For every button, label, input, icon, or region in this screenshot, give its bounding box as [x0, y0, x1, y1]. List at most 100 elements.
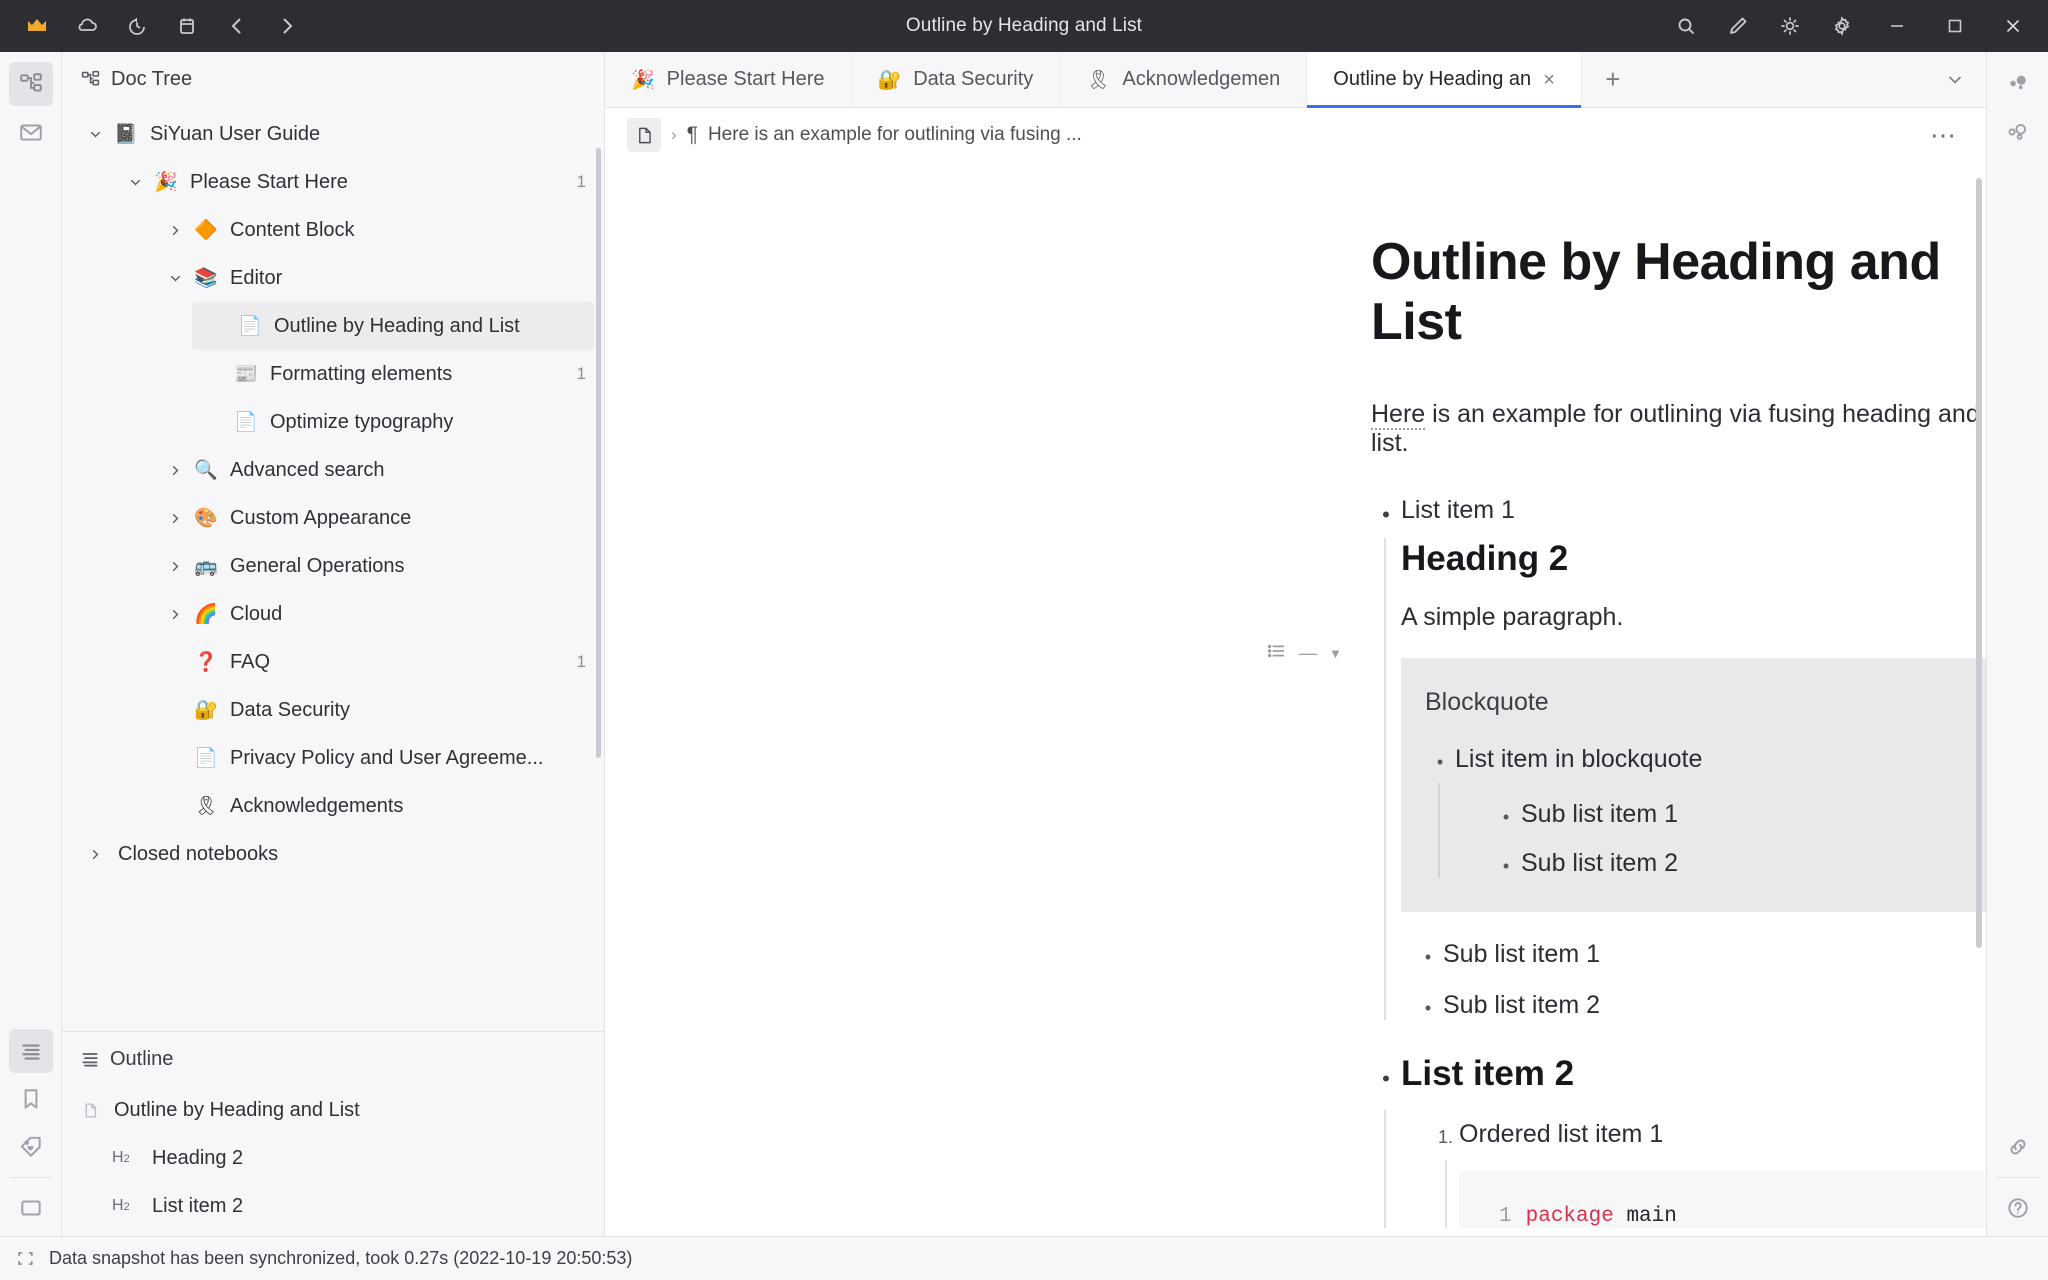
tree-item-emoji: 🔶	[190, 221, 222, 240]
collapse-icon[interactable]: ▼	[1329, 646, 1342, 661]
tree-item[interactable]: 📚Editor	[62, 254, 604, 302]
outline-header: Outline	[62, 1032, 604, 1086]
outline-item[interactable]: H2List item 2	[62, 1182, 604, 1230]
tag-icon[interactable]	[9, 1125, 53, 1169]
forward-icon[interactable]	[264, 6, 310, 46]
tree-item-label: Optimize typography	[270, 411, 453, 434]
code-block[interactable]: 1package main	[1459, 1171, 1986, 1228]
chevron-right-icon[interactable]	[160, 511, 190, 526]
chevron-right-icon[interactable]	[160, 463, 190, 478]
edit-icon[interactable]	[1712, 6, 1764, 46]
theme-icon[interactable]	[1764, 6, 1816, 46]
tree-item-label: Outline by Heading and List	[274, 315, 520, 338]
tree-item[interactable]: 🔍Advanced search	[62, 446, 604, 494]
tree-item[interactable]: ❓FAQ1	[62, 638, 604, 686]
left-dock-panel: Doc Tree 📓SiYuan User Guide🎉Please Start…	[62, 52, 605, 1236]
cloud-icon[interactable]	[64, 6, 110, 46]
document-scrollbar[interactable]	[1976, 178, 1982, 948]
chevron-right-icon[interactable]	[80, 847, 110, 862]
tree-item-emoji: 🎗	[190, 797, 222, 816]
outline-item[interactable]: H2Heading 2	[62, 1134, 604, 1182]
simple-paragraph: A simple paragraph.	[1401, 603, 1986, 632]
tab-bar: 🎉Please Start Here🔐Data Security🎗Acknowl…	[605, 52, 1986, 108]
help-icon[interactable]	[1996, 1186, 2040, 1230]
tree-item[interactable]: 📄Optimize typography	[62, 398, 604, 446]
list-bullet: •	[1371, 496, 1401, 526]
tree-item[interactable]: 🎨Custom Appearance	[62, 494, 604, 542]
back-icon[interactable]	[214, 6, 260, 46]
list-bullet: •	[1413, 940, 1443, 966]
doc-tree-icon[interactable]	[9, 62, 53, 106]
maximize-icon[interactable]	[1926, 6, 1984, 46]
tree-item[interactable]: 📓SiYuan User Guide	[62, 110, 604, 158]
outline-icon[interactable]	[9, 1029, 53, 1073]
history-icon[interactable]	[114, 6, 160, 46]
graph-icon[interactable]	[1996, 110, 2040, 154]
tree-item[interactable]: 📄Outline by Heading and List	[192, 302, 594, 350]
drag-handle-icon[interactable]: —	[1299, 643, 1317, 664]
ordered-list-item: 1. Ordered list item 1 1package main	[1415, 1120, 1986, 1228]
chevron-down-icon[interactable]	[160, 271, 190, 286]
tab-please-start-here[interactable]: 🎉Please Start Here	[605, 52, 852, 107]
tree-item-label: FAQ	[230, 651, 270, 674]
tab-data-security[interactable]: 🔐Data Security	[852, 52, 1061, 107]
chevron-right-icon[interactable]	[160, 607, 190, 622]
tree-item[interactable]: 🎉Please Start Here1	[62, 158, 604, 206]
backlinks-icon[interactable]	[1996, 62, 2040, 106]
tree-item-label: Privacy Policy and User Agreeme...	[230, 747, 543, 770]
list-bullet: •	[1491, 849, 1521, 875]
snapshot-icon[interactable]	[16, 1249, 35, 1268]
list-item-2-heading: List item 2	[1401, 1054, 1986, 1094]
list-icon[interactable]	[1265, 640, 1287, 667]
tree-item[interactable]: Closed notebooks	[62, 830, 604, 878]
tree-item[interactable]: 🎗Acknowledgements	[62, 782, 604, 830]
tree-item[interactable]: 🔶Content Block	[62, 206, 604, 254]
tab-close-icon[interactable]: ×	[1543, 70, 1555, 90]
tab-list-chevron-down-icon[interactable]	[1924, 52, 1986, 107]
search-icon[interactable]	[1660, 6, 1712, 46]
pilcrow-icon: ¶	[687, 123, 698, 147]
outline-item-label: List item 2	[152, 1195, 243, 1218]
list-bullet: •	[1425, 745, 1455, 771]
calendar-icon[interactable]	[164, 6, 210, 46]
document-scroll-area[interactable]: Outline by Heading and List Here is an e…	[605, 162, 1986, 1236]
tree-item-label: Advanced search	[230, 459, 385, 482]
bookmark-icon[interactable]	[9, 1077, 53, 1121]
tree-item-label: Closed notebooks	[118, 843, 278, 866]
new-tab-button[interactable]: +	[1582, 52, 1644, 107]
doc-tree-scrollbar[interactable]	[596, 148, 601, 758]
tree-item[interactable]: 📰Formatting elements1	[62, 350, 604, 398]
file-icon	[82, 1102, 108, 1119]
tree-item[interactable]: 🚌General Operations	[62, 542, 604, 590]
breadcrumb-text[interactable]: Here is an example for outlining via fus…	[708, 124, 1082, 146]
tree-item[interactable]: 🔐Data Security	[62, 686, 604, 734]
tab-label: Data Security	[913, 68, 1033, 91]
file-icon[interactable]	[627, 118, 661, 152]
blockquote-sub-item-1: Sub list item 1	[1521, 800, 1678, 829]
tab-acknowledgemen[interactable]: 🎗Acknowledgemen	[1060, 52, 1307, 107]
settings-icon[interactable]	[1816, 6, 1868, 46]
tree-item[interactable]: 📄Privacy Policy and User Agreeme...	[62, 734, 604, 782]
ordered-list-item-1: Ordered list item 1	[1459, 1120, 1986, 1149]
chevron-down-icon[interactable]	[120, 175, 150, 190]
minimize-icon[interactable]	[1868, 6, 1926, 46]
tree-item-label: SiYuan User Guide	[150, 123, 320, 146]
chevron-down-icon[interactable]	[80, 127, 110, 142]
link-icon[interactable]	[1996, 1125, 2040, 1169]
outline-panel: Outline Outline by Heading and ListH2Hea…	[62, 1032, 604, 1236]
tab-outline-by-heading-an[interactable]: Outline by Heading an×	[1307, 52, 1582, 107]
tree-item-count: 1	[565, 652, 586, 672]
title-bar: Outline by Heading and List	[0, 0, 2048, 52]
tree-item[interactable]: 🌈Cloud	[62, 590, 604, 638]
tree-item-emoji: 🔐	[190, 701, 222, 720]
chevron-right-icon[interactable]	[160, 559, 190, 574]
files-icon[interactable]	[9, 1186, 53, 1230]
heading-2: Heading 2	[1401, 539, 1986, 579]
close-icon[interactable]	[1984, 6, 2042, 46]
block-gutter[interactable]: — ▼	[1265, 640, 1342, 667]
chevron-right-icon[interactable]	[160, 223, 190, 238]
more-options-icon[interactable]: ⋯	[1930, 120, 1964, 151]
outline-item[interactable]: Outline by Heading and List	[62, 1086, 604, 1134]
crown-icon[interactable]	[14, 6, 60, 46]
inbox-icon[interactable]	[9, 110, 53, 154]
